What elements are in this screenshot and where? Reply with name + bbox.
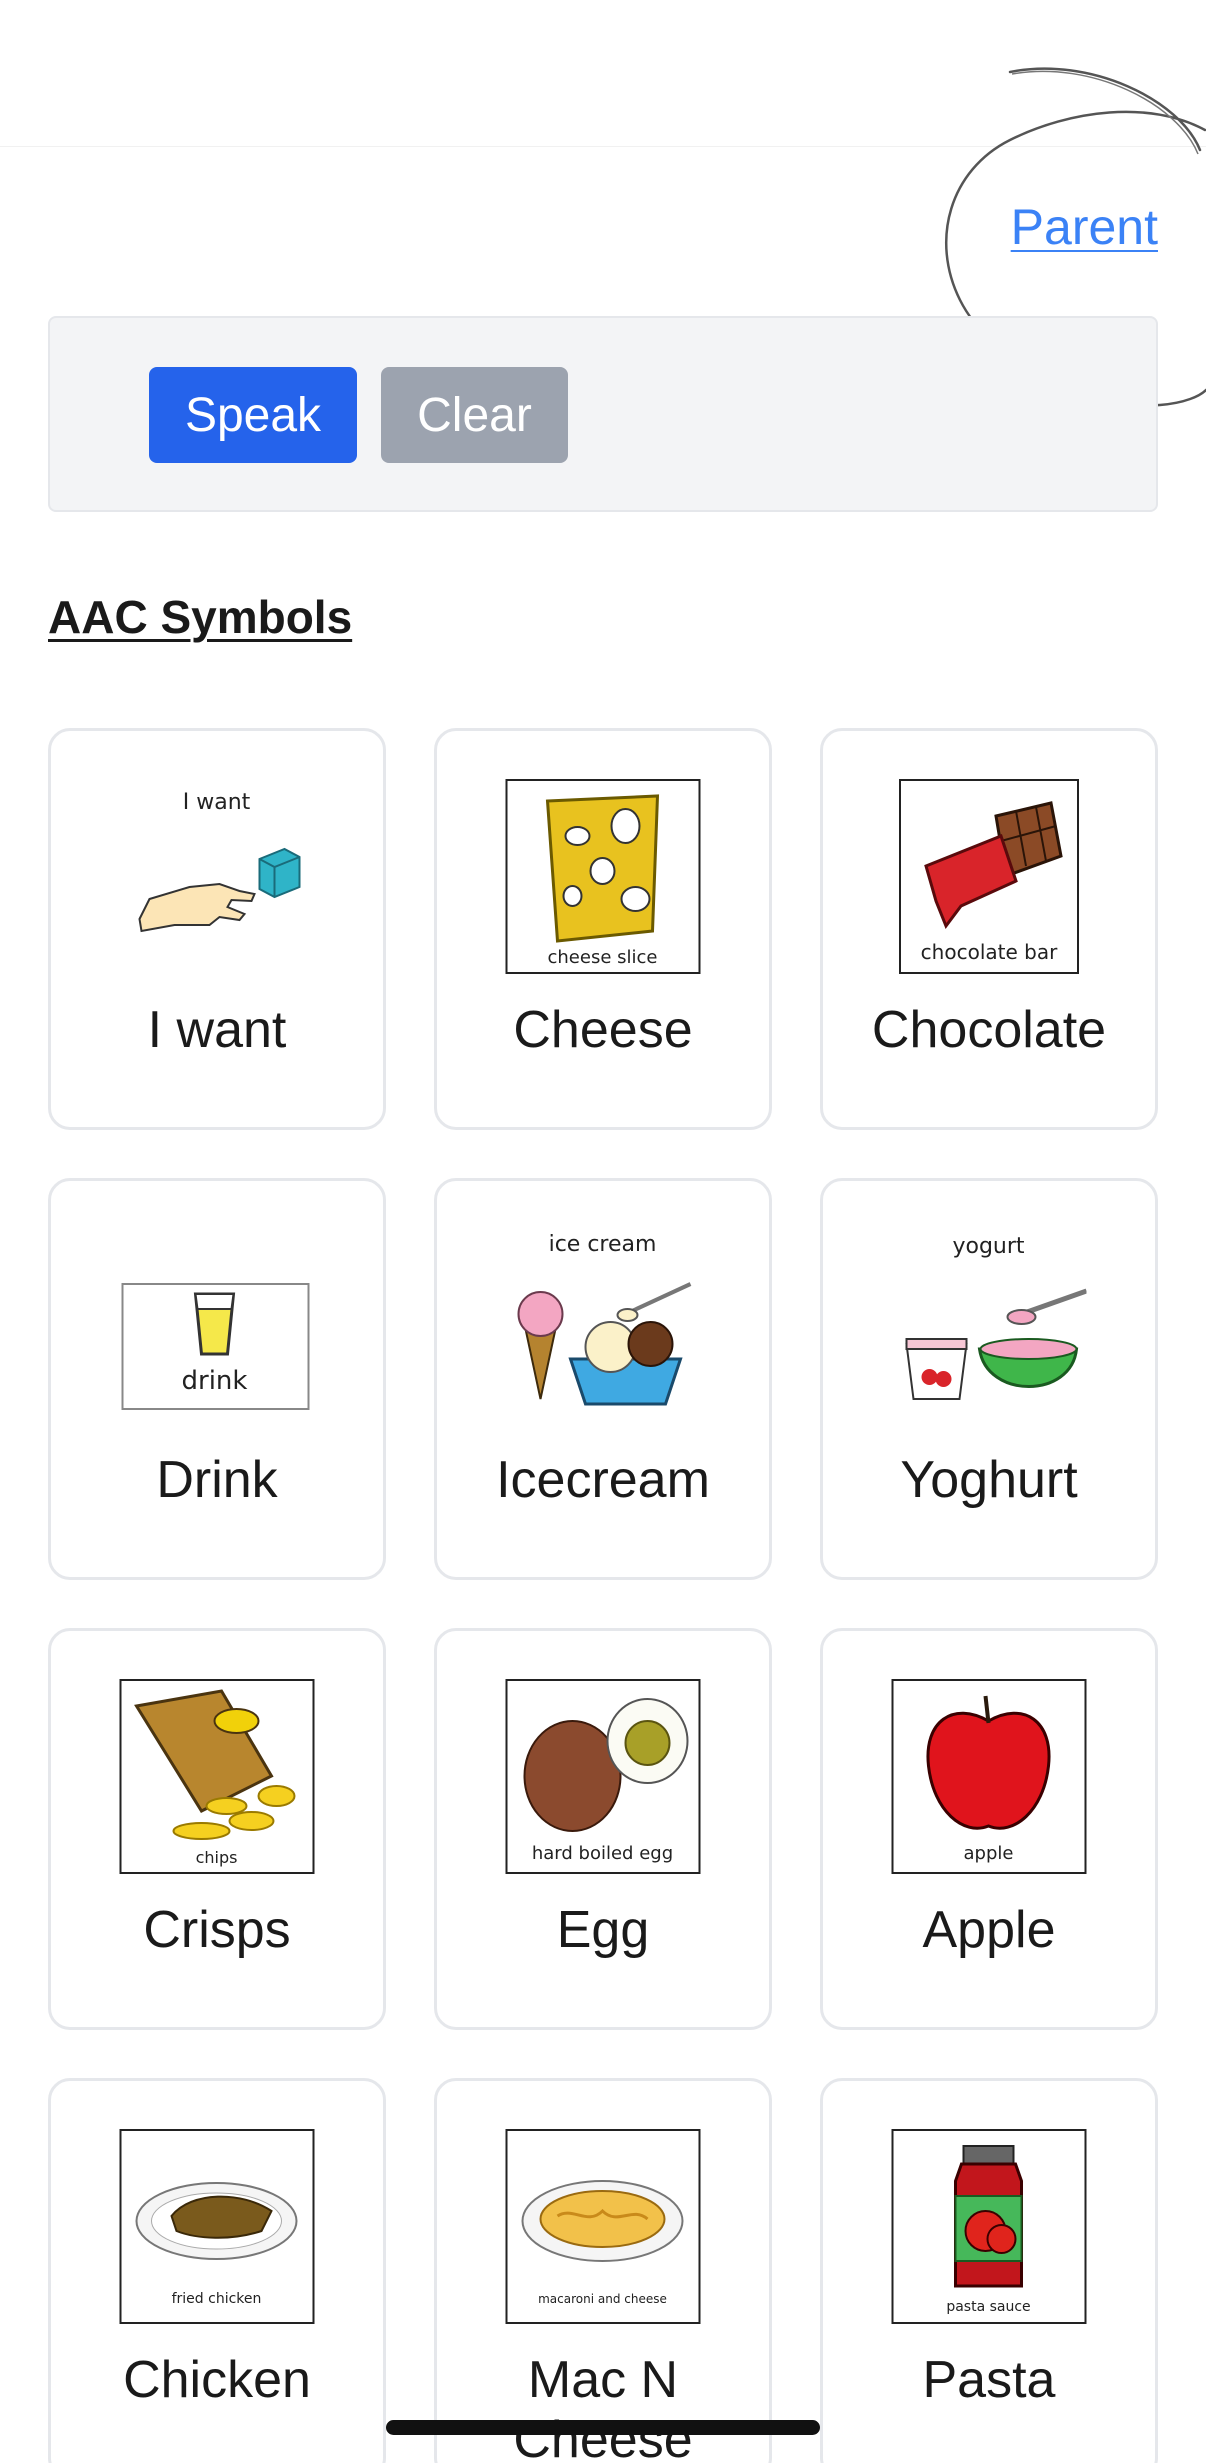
symbol-card-icecream[interactable]: ice cream Icecream [434,1178,772,1580]
symbol-caption: apple [964,1843,1014,1864]
app-screen: Parent Speak Clear AAC Symbols I want I … [0,0,1206,2463]
hand-reaching-cube-icon: I want [120,779,315,974]
fried-chicken-icon: fried chicken [119,2129,315,2324]
yogurt-icon: yogurt [892,1229,1087,1424]
symbol-label: Yoghurt [900,1451,1078,1509]
symbol-card-mac-n-cheese[interactable]: macaroni and cheese Mac N Cheese [434,2078,772,2463]
chocolate-bar-icon: chocolate bar [899,779,1079,974]
symbol-label: Pasta [922,2351,1056,2409]
symbol-caption: yogurt [952,1234,1024,1259]
symbol-card-chicken[interactable]: fried chicken Chicken [48,2078,386,2463]
symbol-card-crisps[interactable]: chips Crisps [48,1628,386,2030]
symbol-label: Icecream [496,1451,710,1509]
speech-bar: Speak Clear [48,316,1158,512]
symbol-caption: fried chicken [172,2291,262,2307]
symbol-caption: cheese slice [548,947,658,968]
symbol-caption: macaroni and cheese [538,2292,667,2306]
symbol-label: Mac N Cheese [513,2351,693,2463]
symbol-label: Cheese [513,1001,693,1059]
symbol-label: Egg [556,1901,650,1959]
clear-button[interactable]: Clear [381,367,568,463]
symbol-label: Chicken [123,2351,311,2409]
symbol-label: Chocolate [871,1001,1107,1059]
speak-button[interactable]: Speak [149,367,357,463]
symbol-card-cheese[interactable]: cheese slice Cheese [434,728,772,1130]
symbol-label: Drink [156,1451,278,1509]
symbol-caption: chocolate bar [921,940,1058,964]
egg-icon: hard boiled egg [505,1679,701,1874]
symbol-label: Crisps [143,1901,291,1959]
symbol-caption: I want [183,790,251,815]
symbol-card-egg[interactable]: hard boiled egg Egg [434,1628,772,2030]
symbol-card-i-want[interactable]: I want I want [48,728,386,1130]
pasta-sauce-jar-icon: pasta sauce [891,2129,1087,2324]
symbol-label: I want [147,1001,287,1059]
symbol-card-chocolate[interactable]: chocolate bar Chocolate [820,728,1158,1130]
symbol-card-yoghurt[interactable]: yogurt Yoghurt [820,1178,1158,1580]
mac-and-cheese-icon: macaroni and cheese [505,2129,701,2324]
symbol-caption: ice cream [549,1232,657,1257]
section-title: AAC Symbols [48,591,353,643]
apple-icon: apple [891,1679,1087,1874]
cheese-icon: cheese slice [505,779,701,974]
ice-cream-icon: ice cream [506,1229,701,1424]
symbol-caption: hard boiled egg [532,1843,673,1864]
symbol-card-drink[interactable]: drink Drink [48,1178,386,1580]
home-indicator[interactable] [386,2420,820,2435]
symbol-label: Apple [922,1901,1056,1959]
symbol-caption: drink [182,1366,248,1396]
symbol-card-pasta[interactable]: pasta sauce Pasta [820,2078,1158,2463]
drink-glass-icon: drink [120,1229,315,1424]
crisps-bag-icon: chips [119,1679,315,1874]
parent-link[interactable]: Parent [1011,198,1158,256]
symbol-caption: pasta sauce [946,2299,1030,2315]
symbol-caption: chips [196,1848,238,1867]
symbol-card-apple[interactable]: apple Apple [820,1628,1158,2030]
